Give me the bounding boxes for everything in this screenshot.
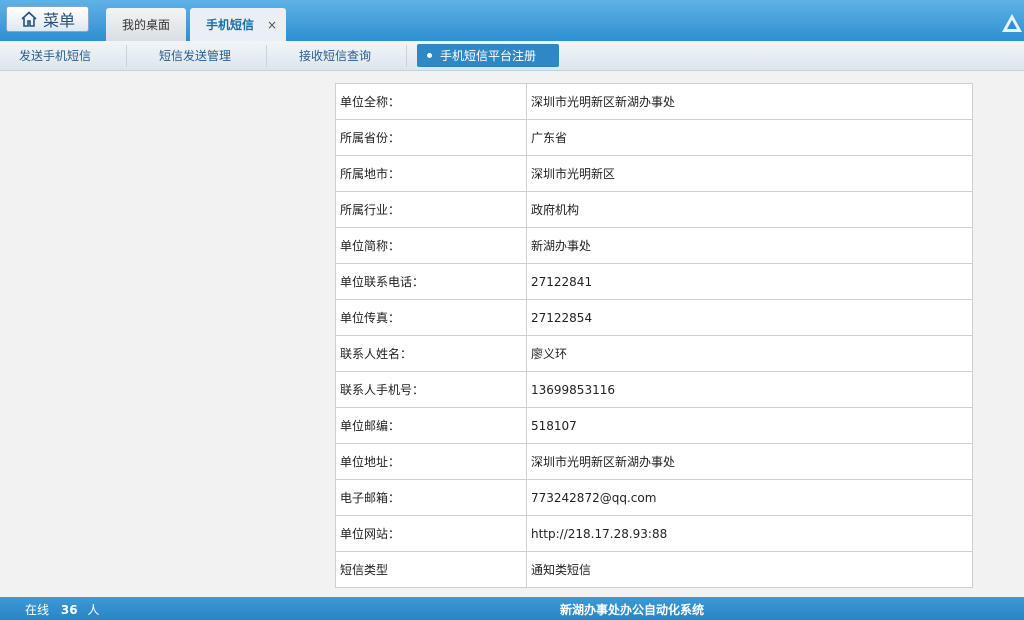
- field-value: 27122841: [526, 263, 973, 300]
- field-value: 廖义环: [526, 335, 973, 372]
- table-row: 单位简称： 新湖办事处: [335, 227, 973, 264]
- table-row: 联系人手机号： 13699853116: [335, 371, 973, 408]
- subnav-receive-sms-query[interactable]: 接收短信查询: [299, 41, 371, 70]
- field-value: 新湖办事处: [526, 227, 973, 264]
- field-value: 深圳市光明新区新湖办事处: [526, 443, 973, 480]
- subnav-divider: [266, 45, 267, 67]
- bullet-icon: [427, 53, 432, 58]
- field-value: 518107: [526, 407, 973, 444]
- field-value: 13699853116: [526, 371, 973, 408]
- subnav-sms-management[interactable]: 短信发送管理: [159, 41, 231, 70]
- field-label: 单位联系电话：: [335, 263, 527, 300]
- table-row: 单位联系电话： 27122841: [335, 263, 973, 300]
- field-label: 单位邮编：: [335, 407, 527, 444]
- system-name: 新湖办事处办公自动化系统: [560, 603, 705, 617]
- field-label: 单位传真：: [335, 299, 527, 336]
- field-label: 联系人姓名：: [335, 335, 527, 372]
- online-suffix: 人: [87, 603, 100, 617]
- sub-navigation: 发送手机短信 短信发送管理 接收短信查询 手机短信平台注册: [0, 41, 1024, 71]
- tab-mobile-sms[interactable]: 手机短信 ×: [190, 8, 286, 41]
- field-value: http://218.17.28.93:88: [526, 515, 973, 552]
- menu-label: 菜单: [42, 11, 75, 30]
- field-label: 所属行业：: [335, 191, 527, 228]
- online-prefix: 在线: [25, 603, 50, 617]
- table-row: 短信类型 通知类短信: [335, 551, 973, 588]
- online-count: 36: [60, 603, 78, 617]
- table-row: 单位全称： 深圳市光明新区新湖办事处: [335, 83, 973, 120]
- table-row: 电子邮箱： 773242872@qq.com: [335, 479, 973, 516]
- field-label: 电子邮箱：: [335, 479, 527, 516]
- field-value: 政府机构: [526, 191, 973, 228]
- field-value: 深圳市光明新区新湖办事处: [526, 83, 973, 120]
- home-icon: [21, 11, 37, 27]
- field-label: 单位简称：: [335, 227, 527, 264]
- field-value: 27122854: [526, 299, 973, 336]
- field-label: 单位地址：: [335, 443, 527, 480]
- field-label: 单位全称：: [335, 83, 527, 120]
- table-row: 联系人姓名： 廖义环: [335, 335, 973, 372]
- subnav-label: 发送手机短信: [19, 49, 92, 63]
- table-row: 所属地市： 深圳市光明新区: [335, 155, 973, 192]
- field-value: 通知类短信: [526, 551, 973, 588]
- field-label: 所属地市：: [335, 155, 527, 192]
- field-value: 773242872@qq.com: [526, 479, 973, 516]
- tab-label: 手机短信: [205, 18, 254, 32]
- field-label: 单位网站：: [335, 515, 527, 552]
- table-row: 单位网站： http://218.17.28.93:88: [335, 515, 973, 552]
- table-row: 所属行业： 政府机构: [335, 191, 973, 228]
- table-row: 单位传真： 27122854: [335, 299, 973, 336]
- table-row: 单位地址： 深圳市光明新区新湖办事处: [335, 443, 973, 480]
- subnav-sms-platform-registration[interactable]: 手机短信平台注册: [417, 44, 559, 67]
- field-value: 广东省: [526, 119, 973, 156]
- subnav-label: 手机短信平台注册: [440, 49, 537, 63]
- subnav-divider: [126, 45, 127, 67]
- main-content: 单位全称： 深圳市光明新区新湖办事处 所属省份： 广东省 所属地市： 深圳市光明新区 所属行…: [0, 71, 1024, 597]
- close-icon[interactable]: ×: [267, 18, 277, 32]
- table-row: 单位邮编： 518107: [335, 407, 973, 444]
- field-label: 短信类型: [335, 551, 527, 588]
- field-value: 深圳市光明新区: [526, 155, 973, 192]
- field-label: 联系人手机号：: [335, 371, 527, 408]
- online-users: 在线 36 人: [25, 601, 99, 618]
- top-header: 菜单 我的桌面 手机短信 ×: [0, 0, 1024, 41]
- menu-button[interactable]: 菜单: [6, 6, 89, 32]
- subnav-label: 接收短信查询: [299, 49, 372, 63]
- tab-label: 我的桌面: [121, 18, 170, 32]
- status-footer: 在线 36 人 新湖办事处办公自动化系统: [0, 597, 1024, 620]
- subnav-divider: [406, 45, 407, 67]
- field-label: 所属省份：: [335, 119, 527, 156]
- subnav-send-sms[interactable]: 发送手机短信: [19, 41, 91, 70]
- app-logo-icon: [1002, 14, 1022, 32]
- subnav-label: 短信发送管理: [159, 49, 232, 63]
- tab-my-desktop[interactable]: 我的桌面: [106, 8, 186, 41]
- registration-info-table: 单位全称： 深圳市光明新区新湖办事处 所属省份： 广东省 所属地市： 深圳市光明新区 所属行…: [335, 83, 973, 588]
- table-row: 所属省份： 广东省: [335, 119, 973, 156]
